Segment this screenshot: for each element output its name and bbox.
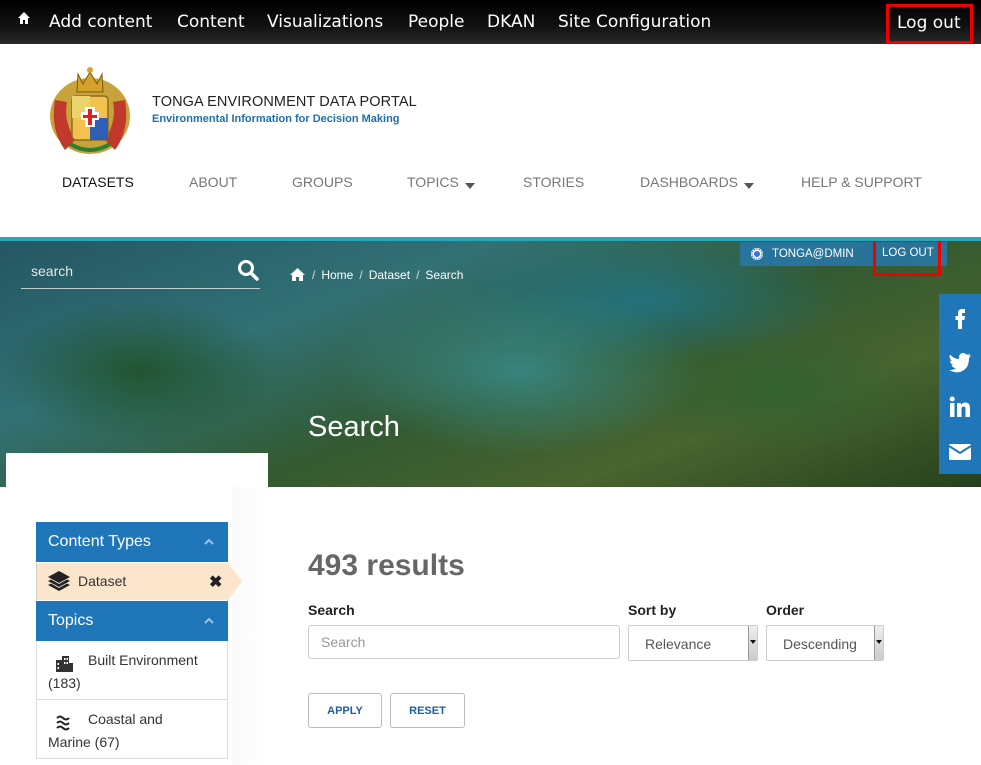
nav-dashboards-label: DASHBOARDS (640, 174, 739, 190)
facet-content-types-title: Content Types (48, 533, 151, 550)
dropdown-arrow-icon (748, 626, 757, 660)
facebook-share-button[interactable] (939, 294, 981, 339)
user-name-link[interactable]: TONGA@DMIN (772, 248, 854, 260)
twitter-icon (949, 352, 971, 372)
nav-help-support[interactable]: HELP & SUPPORT (801, 174, 922, 190)
admin-item-add-content[interactable]: Add content (49, 12, 152, 32)
nav-groups[interactable]: GROUPS (292, 174, 353, 190)
breadcrumb-separator: / (312, 267, 316, 282)
sort-by-value: Relevance (645, 636, 712, 652)
admin-logout-label: Log out (897, 13, 961, 33)
home-icon[interactable] (289, 267, 306, 282)
facet-topic-built-environment[interactable]: Built Environment (183) (36, 641, 228, 700)
email-share-button[interactable] (939, 429, 981, 474)
caret-down-icon (744, 183, 755, 189)
dropdown-arrow-icon (874, 626, 883, 660)
site-search (21, 255, 260, 289)
tonga-coat-of-arms-logo[interactable] (45, 60, 135, 158)
chevron-up-icon (204, 617, 214, 624)
facet-topic-count: Marine (67) (48, 734, 120, 750)
active-filter-dataset[interactable]: Dataset ✖ (36, 563, 242, 600)
facet-topic-count: (183) (48, 675, 81, 691)
admin-logout-link[interactable]: Log out (886, 4, 973, 44)
facet-content-types-header[interactable]: Content Types (36, 522, 228, 562)
active-filter-label: Dataset (78, 573, 127, 589)
user-logout-link[interactable]: LOG OUT (873, 241, 941, 276)
site-search-input[interactable] (31, 261, 231, 281)
reset-button[interactable]: RESET (390, 693, 465, 728)
buildings-icon (56, 656, 73, 672)
sidebar-top-card (6, 453, 268, 487)
linkedin-share-button[interactable] (939, 384, 981, 429)
waves-icon (56, 715, 70, 731)
facet-topic-label: Coastal and (88, 711, 163, 727)
user-avatar-icon (751, 248, 763, 260)
facet-topics-title: Topics (48, 612, 94, 629)
user-logout-label: LOG OUT (882, 247, 934, 259)
nav-dashboards[interactable]: DASHBOARDS (640, 174, 755, 190)
sort-by-label: Sort by (628, 602, 677, 618)
admin-item-visualizations[interactable]: Visualizations (267, 12, 383, 32)
facet-topic-coastal-marine[interactable]: Coastal and Marine (67) (36, 700, 228, 759)
search-field-label: Search (308, 602, 355, 618)
apply-button[interactable]: APPLY (308, 693, 382, 728)
nav-topics-label: TOPICS (407, 174, 459, 190)
layers-icon (48, 571, 70, 591)
nav-about[interactable]: ABOUT (189, 174, 237, 190)
home-icon[interactable] (17, 11, 31, 25)
main-navigation: DATASETS ABOUT GROUPS TOPICS STORIES DAS… (0, 168, 981, 198)
social-share-bar (939, 294, 981, 474)
facebook-icon (955, 308, 965, 329)
chevron-up-icon (204, 538, 214, 545)
facet-topics-header[interactable]: Topics (36, 601, 228, 641)
breadcrumb-separator: / (359, 267, 363, 282)
admin-item-people[interactable]: People (408, 12, 464, 32)
nav-datasets[interactable]: DATASETS (62, 174, 134, 190)
order-label: Order (766, 602, 805, 618)
site-slogan: Environmental Information for Decision M… (152, 113, 400, 125)
twitter-share-button[interactable] (939, 339, 981, 384)
linkedin-icon (949, 396, 970, 417)
results-search-input[interactable] (308, 625, 620, 659)
greeting-text: Hello tonga@dmin (800, 45, 958, 65)
nav-topics[interactable]: TOPICS (407, 174, 475, 190)
admin-item-dkan[interactable]: DKAN (487, 12, 535, 32)
breadcrumb-current: Search (425, 267, 464, 282)
email-icon (948, 443, 972, 460)
remove-filter-icon[interactable]: ✖ (209, 572, 222, 592)
nav-stories[interactable]: STORIES (523, 174, 584, 190)
breadcrumb-dataset[interactable]: Dataset (369, 268, 410, 282)
order-select[interactable]: Descending (766, 625, 884, 661)
order-value: Descending (783, 636, 857, 652)
site-name[interactable]: TONGA ENVIRONMENT DATA PORTAL (152, 94, 417, 110)
sidebar-edge (232, 487, 268, 765)
breadcrumb-separator: / (416, 267, 420, 282)
breadcrumb: / Home / Dataset / Search (289, 267, 463, 282)
admin-toolbar: Add content Content Visualizations Peopl… (0, 0, 981, 44)
admin-item-content[interactable]: Content (177, 12, 245, 32)
facet-topic-label: Built Environment (88, 652, 198, 668)
admin-item-site-configuration[interactable]: Site Configuration (558, 12, 711, 32)
results-count: 493 results (308, 549, 465, 582)
caret-down-icon (464, 183, 475, 189)
sort-by-select[interactable]: Relevance (628, 625, 758, 661)
breadcrumb-home[interactable]: Home (321, 268, 353, 282)
hero-banner: / Home / Dataset / Search TONGA@DMIN LOG… (0, 237, 981, 487)
page-title: Search (308, 411, 400, 443)
search-icon[interactable] (237, 259, 259, 281)
